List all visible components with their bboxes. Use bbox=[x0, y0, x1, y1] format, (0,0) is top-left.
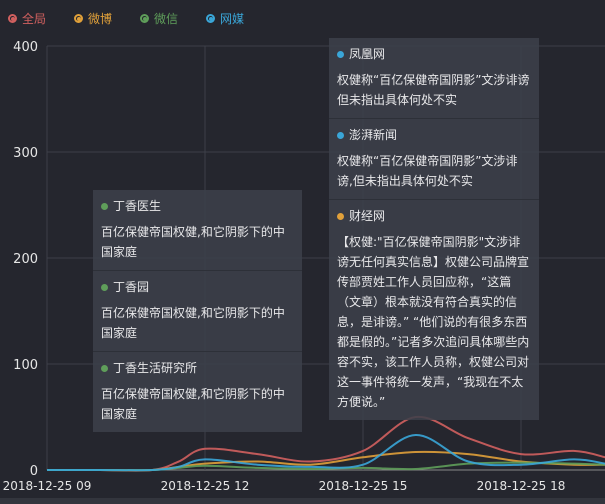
headline: 权健称“百亿保健帝国阴影”文涉诽谤 但未指出具体何处不实 bbox=[337, 73, 530, 107]
x-tick-label: 2018-12-25 09 bbox=[3, 479, 92, 493]
tooltip-item: 丁香医生百亿保健帝国权健,和它阴影下的中国家庭 bbox=[93, 190, 302, 271]
source-dot-icon bbox=[101, 364, 108, 372]
y-tick-label: 200 bbox=[13, 252, 38, 267]
legend-marker-icon bbox=[140, 14, 150, 23]
source-dot-icon bbox=[337, 50, 344, 58]
source-name: 丁香生活研究所 bbox=[113, 361, 198, 375]
y-tick-label: 0 bbox=[30, 464, 38, 479]
source-name: 丁香医生 bbox=[113, 199, 162, 213]
headline: 百亿保健帝国权健,和它阴影下的中国家庭 bbox=[101, 225, 285, 259]
x-tick-label: 2018-12-25 18 bbox=[477, 479, 566, 493]
legend-item-web-media[interactable]: 网媒 bbox=[206, 10, 244, 27]
legend: 全局 微博 微信 网媒 bbox=[8, 10, 244, 27]
headline: 权健称“百亿保健帝国阴影”文涉诽谤,但未指出具体何处不实 bbox=[337, 154, 518, 188]
y-tick-label: 100 bbox=[13, 358, 38, 373]
tooltip-item: 澎湃新闻权健称“百亿保健帝国阴影”文涉诽谤,但未指出具体何处不实 bbox=[329, 119, 539, 200]
y-tick-label: 300 bbox=[13, 146, 38, 161]
headline: 百亿保健帝国权健,和它阴影下的中国家庭 bbox=[101, 306, 285, 340]
x-tick-label: 2018-12-25 15 bbox=[319, 479, 408, 493]
source-name: 财经网 bbox=[349, 209, 386, 223]
tooltip-item: 丁香生活研究所百亿保健帝国权健,和它阴影下的中国家庭 bbox=[93, 352, 302, 432]
scrollbar bbox=[0, 498, 605, 504]
tooltip-item: 凤凰网权健称“百亿保健帝国阴影”文涉诽谤 但未指出具体何处不实 bbox=[329, 38, 539, 119]
tooltip-item: 丁香园百亿保健帝国权健,和它阴影下的中国家庭 bbox=[93, 271, 302, 352]
y-tick-label: 400 bbox=[13, 40, 38, 55]
source-name: 凤凰网 bbox=[349, 47, 386, 61]
tooltip-item: 财经网【权健:"百亿保健帝国阴影"文涉诽谤无任何真实信息】权健公司品牌宣传部贾姓… bbox=[329, 200, 539, 420]
tooltip-right: 凤凰网 权健称“百亿保健帝国阴影”文涉诽谤 但未指出具体何处不实 澎湃新闻 权健称“… bbox=[329, 38, 539, 420]
headline: 【权健:"百亿保健帝国阴影"文涉诽谤无任何真实信息】权健公司品牌宣传部贾姓工作人… bbox=[337, 235, 530, 409]
headline: 百亿保健帝国权健,和它阴影下的中国家庭 bbox=[101, 387, 285, 421]
legend-item-weibo[interactable]: 微博 bbox=[74, 10, 112, 27]
legend-item-wechat[interactable]: 微信 bbox=[140, 10, 178, 27]
source-dot-icon bbox=[337, 212, 344, 220]
source-name: 澎湃新闻 bbox=[349, 128, 398, 142]
source-dot-icon bbox=[337, 131, 344, 139]
source-dot-icon bbox=[101, 283, 108, 291]
legend-marker-icon bbox=[8, 14, 17, 23]
legend-item-all[interactable]: 全局 bbox=[8, 10, 46, 27]
tooltip-left: 丁香医生 百亿保健帝国权健,和它阴影下的中国家庭 丁香园 百亿保健帝国权健,和它阴影… bbox=[93, 190, 302, 432]
legend-marker-icon bbox=[74, 14, 84, 23]
source-dot-icon bbox=[101, 202, 108, 210]
legend-marker-icon bbox=[206, 14, 216, 23]
x-tick-label: 2018-12-25 12 bbox=[161, 479, 250, 493]
source-name: 丁香园 bbox=[113, 280, 150, 294]
